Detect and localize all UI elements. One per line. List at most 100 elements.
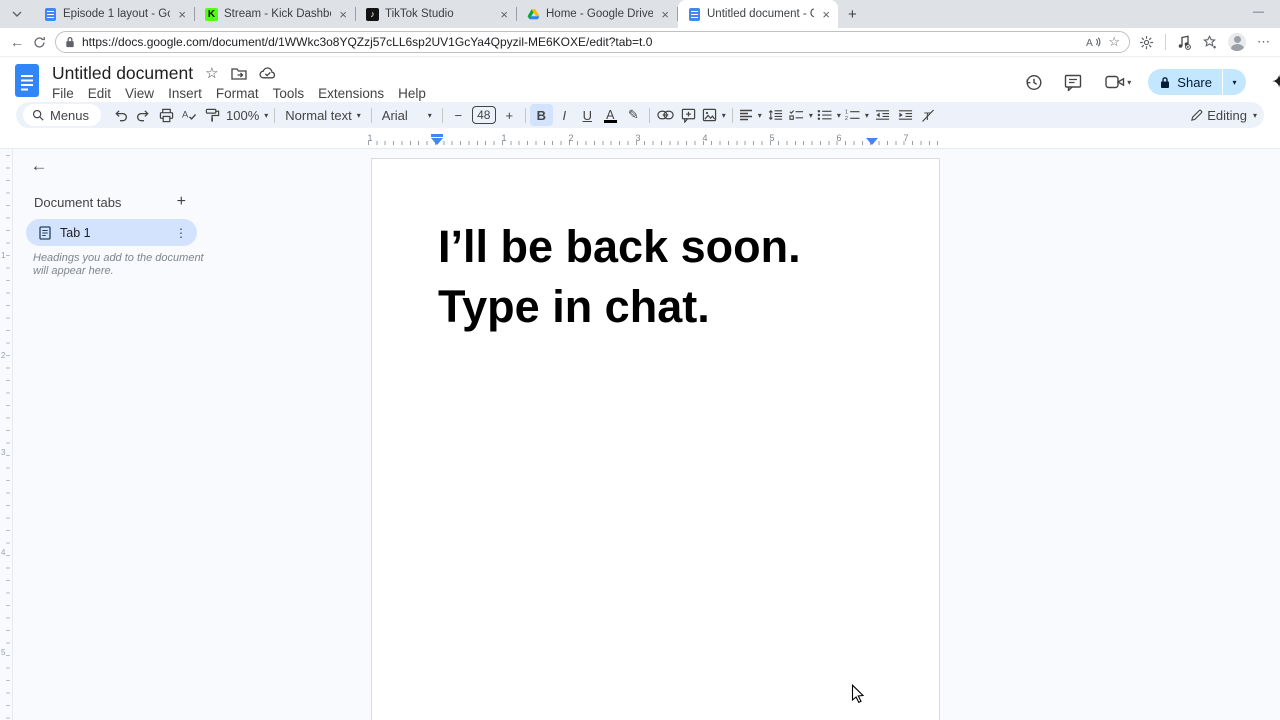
menu-view[interactable]: View: [118, 85, 161, 105]
numbered-list-button[interactable]: 12 ▾: [843, 104, 871, 126]
line-spacing-button[interactable]: [764, 104, 787, 126]
browser-tab-kick-dashboard[interactable]: K Stream - Kick Dashboard ×: [195, 0, 355, 28]
left-indent-marker[interactable]: [431, 134, 443, 145]
zoom-caret: ▾: [264, 110, 269, 120]
clear-formatting-button[interactable]: T: [917, 104, 940, 126]
tab-close-icon[interactable]: ×: [659, 8, 671, 21]
menus-search-button[interactable]: Menus: [23, 104, 102, 126]
text-color-button[interactable]: A: [599, 104, 622, 126]
insert-link-button[interactable]: [654, 104, 677, 126]
first-line-indent-marker[interactable]: [431, 134, 443, 137]
refresh-icon[interactable]: [33, 36, 46, 49]
collections-icon[interactable]: [1202, 35, 1217, 49]
align-button[interactable]: ▾: [737, 104, 764, 126]
new-tab-button[interactable]: +: [848, 6, 857, 23]
spellcheck-icon: A: [182, 109, 197, 120]
italic-button[interactable]: I: [553, 104, 576, 126]
browser-menu-icon[interactable]: ⋯: [1257, 34, 1270, 50]
add-comment-button[interactable]: [677, 104, 700, 126]
decrease-indent-button[interactable]: [871, 104, 894, 126]
print-icon: [159, 108, 174, 122]
back-icon[interactable]: ←: [10, 34, 24, 50]
browser-tab-google-drive[interactable]: Home - Google Drive ×: [517, 0, 677, 28]
document-line-2[interactable]: Type in chat.: [438, 277, 801, 337]
add-tab-button[interactable]: +: [177, 193, 186, 211]
spelling-check-button[interactable]: A: [178, 104, 201, 126]
toolbar-divider: [524, 107, 526, 123]
svg-text:2: 2: [845, 116, 848, 121]
share-button[interactable]: Share ▾: [1148, 69, 1246, 95]
browser-tab-untitled-document-active[interactable]: Untitled document - Google Docs ×: [678, 0, 838, 28]
header-right: ▾ Share ▾: [1018, 67, 1272, 97]
editing-mode-select[interactable]: Editing ▾: [1190, 108, 1257, 123]
menu-file[interactable]: File: [45, 85, 81, 105]
pencil-icon: [1191, 109, 1203, 121]
font-family-select[interactable]: Arial ▾: [376, 104, 438, 126]
version-history-icon[interactable]: [1018, 67, 1048, 97]
join-call-icon[interactable]: ▾: [1098, 67, 1138, 97]
menu-help[interactable]: Help: [391, 85, 433, 105]
increase-indent-button[interactable]: [894, 104, 917, 126]
undo-button[interactable]: [109, 104, 132, 126]
menu-format[interactable]: Format: [209, 85, 266, 105]
header-left: Untitled document ☆ File Edit View Inser…: [52, 62, 433, 105]
checklist-button[interactable]: ▾: [787, 104, 815, 126]
redo-button[interactable]: [132, 104, 155, 126]
underline-button[interactable]: U: [576, 104, 599, 126]
tab-options-icon[interactable]: ⋮: [175, 226, 187, 240]
star-document-icon[interactable]: ☆: [205, 64, 218, 82]
decrease-font-size-button[interactable]: −: [447, 104, 470, 126]
tab-close-icon[interactable]: ×: [498, 8, 510, 21]
document-body-text[interactable]: I’ll be back soon. Type in chat.: [438, 217, 801, 337]
gemini-sparkle-icon[interactable]: ✦: [1271, 71, 1280, 94]
tab-close-icon[interactable]: ×: [176, 8, 188, 21]
favorites-star-icon[interactable]: ☆: [1108, 34, 1120, 50]
url-input[interactable]: https://docs.google.com/document/d/1WWkc…: [55, 31, 1130, 53]
right-indent-marker[interactable]: [866, 138, 878, 145]
docs-header: Untitled document ☆ File Edit View Inser…: [0, 57, 1280, 102]
paint-format-button[interactable]: [201, 104, 224, 126]
document-status-cloud-icon[interactable]: [258, 67, 277, 79]
tab-close-icon[interactable]: ×: [820, 8, 832, 21]
toolbar-divider: [648, 107, 650, 123]
increase-font-size-button[interactable]: +: [498, 104, 521, 126]
window-minimize-button[interactable]: —: [1253, 6, 1264, 18]
google-docs-logo[interactable]: [14, 63, 40, 98]
url-text[interactable]: https://docs.google.com/document/d/1WWkc…: [82, 35, 1079, 49]
open-comments-icon[interactable]: [1058, 67, 1088, 97]
editing-mode-caret: ▾: [1252, 110, 1257, 120]
share-lock-icon: [1161, 76, 1170, 88]
read-aloud-icon[interactable]: A: [1086, 36, 1101, 48]
close-sidebar-back-button[interactable]: ←: [28, 155, 50, 177]
bulleted-list-button[interactable]: ▾: [815, 104, 843, 126]
font-size-input[interactable]: 48: [471, 106, 496, 124]
document-title[interactable]: Untitled document: [52, 63, 193, 84]
document-page[interactable]: I’ll be back soon. Type in chat.: [371, 158, 940, 720]
browser-tab-episode-layout[interactable]: Episode 1 layout - Google Docs ×: [34, 0, 194, 28]
print-button[interactable]: [155, 104, 178, 126]
media-controls-icon[interactable]: [1177, 35, 1191, 50]
divider: [1165, 34, 1166, 50]
share-dropdown-caret[interactable]: ▾: [1222, 69, 1246, 95]
horizontal-ruler[interactable]: 1 1 2 3 4 5 6 7: [0, 131, 1280, 149]
insert-image-button[interactable]: ▾: [700, 104, 728, 126]
checklist-caret: ▾: [808, 110, 813, 120]
tab-search-button[interactable]: [0, 0, 34, 28]
share-main[interactable]: Share: [1148, 69, 1222, 95]
document-line-1[interactable]: I’ll be back soon.: [438, 217, 801, 277]
highlight-color-button[interactable]: ✎: [622, 104, 645, 126]
browser-tab-tiktok-studio[interactable]: ♪ TikTok Studio ×: [356, 0, 516, 28]
tab-close-icon[interactable]: ×: [337, 8, 349, 21]
extensions-icon[interactable]: [1139, 35, 1154, 50]
paragraph-style-select[interactable]: Normal text ▾: [279, 104, 366, 126]
profile-avatar[interactable]: [1228, 33, 1246, 51]
zoom-select[interactable]: 100% ▾: [224, 104, 270, 126]
move-to-folder-icon[interactable]: [230, 67, 247, 80]
chevron-down-icon: [12, 11, 22, 17]
sidebar-tab-1[interactable]: Tab 1 ⋮: [26, 219, 197, 246]
menu-edit[interactable]: Edit: [81, 85, 118, 105]
bold-button[interactable]: B: [529, 104, 553, 126]
menu-tools[interactable]: Tools: [266, 85, 312, 105]
menu-insert[interactable]: Insert: [161, 85, 209, 105]
menu-extensions[interactable]: Extensions: [311, 85, 391, 105]
